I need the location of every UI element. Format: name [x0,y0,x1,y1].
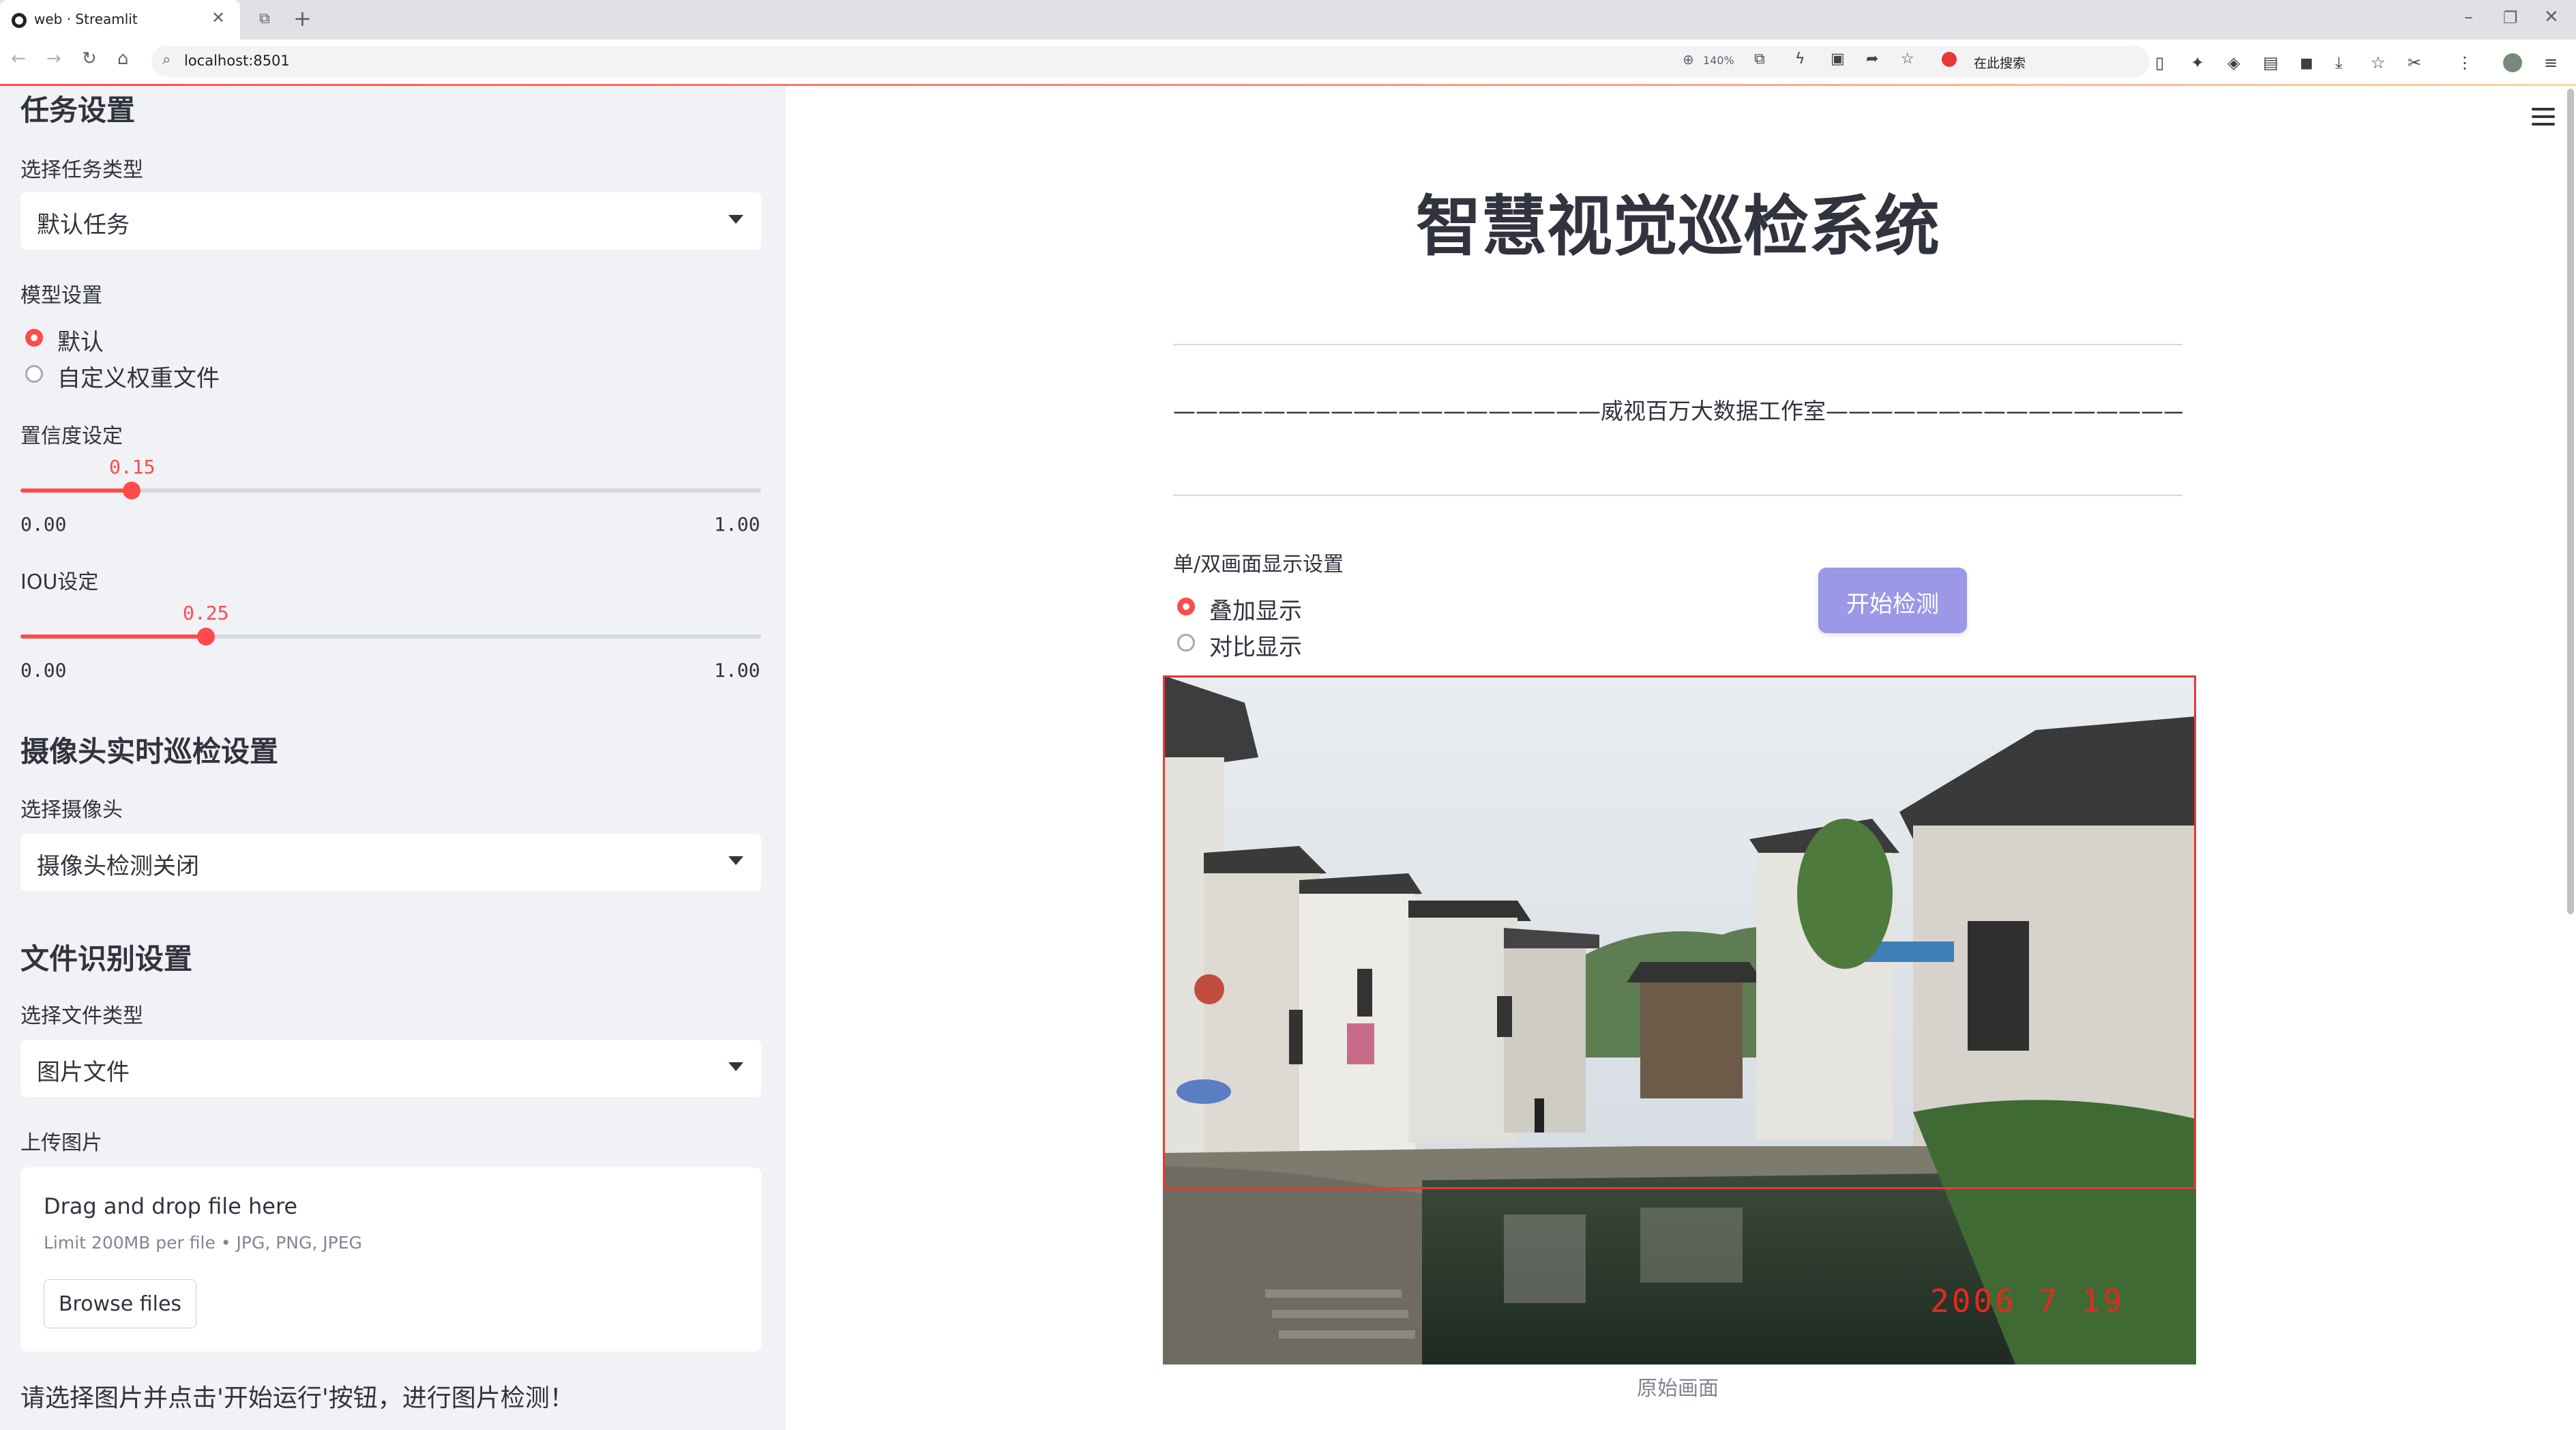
translate-extension-icon[interactable]: ▤ [2263,53,2279,72]
hamburger-menu-icon[interactable] [2532,108,2555,126]
chevron-down-icon [728,215,743,224]
instruction-text: 请选择图片并点击'开始运行'按钮，进行图片检测！ [20,1384,574,1412]
studio-banner: ———————————————————威视百万大数据工作室———————————… [1173,398,2182,424]
confidence-max: 1.00 [714,513,760,536]
browse-files-label: Browse files [58,1292,182,1316]
url-text[interactable]: localhost:8501 [184,53,290,69]
file-section-title: 文件识别设置 [20,942,193,976]
camera-value: 摄像头检测关闭 [37,853,199,880]
window-close-icon[interactable]: ✕ [2544,7,2559,27]
window-restore-icon[interactable]: ❐ [2503,8,2518,27]
zoom-level: 140% [1703,54,1734,67]
camera-select[interactable]: 摄像头检测关闭 [20,834,761,891]
display-mode-label: 单/双画面显示设置 [1173,553,1344,577]
task-type-value: 默认任务 [37,211,130,239]
camera-section-title: 摄像头实时巡检设置 [20,735,279,768]
reload-icon[interactable]: ↻ [82,48,97,69]
more-menu-icon[interactable]: ⋮ [2457,53,2473,72]
tab-close-icon[interactable]: ✕ [211,8,225,27]
model-label: 模型设置 [20,284,102,308]
confidence-value: 0.15 [109,456,156,478]
share-icon[interactable]: ➦ [1866,50,1878,68]
upload-label: 上传图片 [20,1131,102,1155]
home-icon[interactable]: ⌂ [117,48,129,69]
iou-slider-thumb[interactable] [197,628,215,645]
display-radio-overlay[interactable] [1177,598,1195,615]
camera-label: 选择摄像头 [20,798,123,822]
page-scrollbar[interactable] [2567,89,2574,914]
page-title: 智慧视觉巡检系统 [1416,188,1940,265]
file-dropzone[interactable]: Drag and drop file here Limit 200MB per … [20,1167,761,1352]
iou-max: 1.00 [714,659,760,682]
bolt-icon[interactable]: ϟ [1795,50,1805,68]
address-bar[interactable]: ⌕ localhost:8501 ⊕ 140% ⧉ ϟ ▣ ➦ ☆ 在此搜索 [151,46,2150,77]
bookmark-star-icon[interactable]: ☆ [1901,50,1914,68]
display-option-compare[interactable]: 对比显示 [1209,628,1302,662]
iou-value: 0.25 [183,602,229,624]
model-radio-custom[interactable] [25,365,43,383]
streamlit-favicon-icon [12,13,27,28]
cut-icon[interactable]: ✂ [2408,53,2421,72]
tab-group-icon[interactable]: ⧉ [259,10,270,27]
iou-slider-fill [20,634,206,639]
chevron-down-icon [728,856,743,865]
task-section-title: 任务设置 [20,93,136,127]
detection-bounding-box [1163,675,2196,1189]
task-type-select[interactable]: 默认任务 [20,192,761,250]
browser-toolbar: ← → ↻ ⌂ ⌕ localhost:8501 ⊕ 140% ⧉ ϟ ▣ ➦ … [0,40,2576,85]
file-type-label: 选择文件类型 [20,1004,143,1028]
favorites-icon[interactable]: ☆ [2371,53,2386,72]
image-caption: 原始画面 [1637,1377,1719,1401]
display-option-overlay[interactable]: 叠加显示 [1209,592,1302,626]
iou-min: 0.00 [20,659,67,682]
task-type-label: 选择任务类型 [20,158,143,182]
profile-avatar-icon[interactable] [2503,53,2522,72]
dropzone-title: Drag and drop file here [44,1193,298,1219]
new-tab-icon[interactable]: + [293,5,312,31]
start-detection-button[interactable]: 开始检测 [1818,568,1967,633]
start-detection-label: 开始检测 [1846,591,1939,618]
browser-tab-bar: web · Streamlit ✕ ⧉ + – ❐ ✕ [0,0,2576,40]
zoom-icon[interactable]: ⊕ [1683,51,1694,68]
download-icon[interactable]: ⤓ [2335,53,2343,72]
confidence-slider-fill [20,488,132,493]
model-option-custom[interactable]: 自定义权重文件 [57,360,220,393]
tab-title: web · Streamlit [34,11,138,27]
confidence-min: 0.00 [20,513,67,536]
dropzone-limit: Limit 200MB per file • JPG, PNG, JPEG [44,1233,362,1253]
model-option-default[interactable]: 默认 [57,323,104,357]
search-engine-icon[interactable] [1942,52,1957,67]
iou-slider-track[interactable] [20,634,761,639]
forward-icon[interactable]: → [46,48,61,69]
screenshot-icon[interactable]: ▣ [1831,50,1845,68]
browse-files-button[interactable]: Browse files [44,1279,196,1328]
photo-date-stamp: 2006 7 19 [1930,1283,2125,1319]
confidence-label: 置信度设定 [20,424,123,448]
display-radio-compare[interactable] [1177,634,1195,652]
file-type-select[interactable]: 图片文件 [20,1040,761,1097]
file-type-value: 图片文件 [37,1059,130,1086]
phone-icon[interactable]: ▯ [2155,53,2164,72]
app-icon[interactable]: ◼ [2300,53,2313,72]
model-radio-default[interactable] [25,329,43,347]
confidence-slider-thumb[interactable] [123,482,140,499]
search-box-placeholder[interactable]: 在此搜索 [1974,53,2026,72]
translate-icon[interactable]: ⧉ [1754,50,1765,68]
back-icon[interactable]: ← [11,48,26,69]
extension-icon[interactable]: ◈ [2227,53,2240,72]
divider-bottom [1173,495,2182,496]
window-minimize-icon[interactable]: – [2464,7,2473,27]
ai-sparkle-icon[interactable]: ✦ [2191,53,2204,72]
iou-label: IOU设定 [20,570,99,594]
browser-tab[interactable]: web · Streamlit ✕ [0,0,240,40]
divider-top [1173,344,2182,345]
site-info-icon[interactable]: ⌕ [162,51,171,68]
chevron-down-icon [728,1062,743,1071]
sidebar-menu-icon[interactable]: ≡ [2544,53,2558,72]
